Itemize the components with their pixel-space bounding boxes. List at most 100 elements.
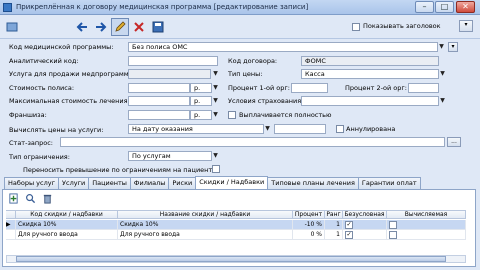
cell-name: Скидка 10% (118, 220, 293, 229)
org2-percent-label: Процент 2-ой орг: (345, 84, 407, 92)
med-program-field[interactable]: Без полиса ОМС (128, 42, 438, 52)
search-icon[interactable] (23, 191, 37, 205)
transfer-excess-checkbox[interactable] (212, 165, 220, 173)
show-header-label: Показывать заголовок (363, 22, 441, 30)
table-row[interactable]: ▶ Скидка 10% Скидка 10% -10 % 1 ✓ (6, 220, 466, 230)
price-type-field[interactable]: Касса (301, 69, 439, 79)
back-arrow-icon[interactable] (73, 18, 91, 36)
max-cost-currency[interactable]: р. (190, 96, 212, 106)
chevron-down-icon[interactable]: ▼ (264, 124, 271, 134)
annulled-checkbox[interactable] (336, 125, 344, 133)
tab-risks[interactable]: Риски (168, 177, 197, 189)
med-program-label: Код медицинской программы: (9, 43, 114, 51)
menu-icon[interactable] (3, 18, 21, 36)
tab-service-sets[interactable]: Наборы услуг (4, 177, 60, 189)
service-label: Услуга для продажи медпрограммы: (9, 70, 137, 78)
calc-prices-extra-field[interactable] (274, 124, 326, 134)
restriction-type-field[interactable]: По услугам (128, 151, 212, 161)
analytic-code-field[interactable] (128, 56, 218, 66)
tab-payment-guarantees[interactable]: Гарантии оплат (357, 177, 421, 189)
tab-treatment-plans[interactable]: Типовые планы лечения (267, 177, 359, 189)
max-cost-field[interactable] (128, 96, 190, 106)
forward-arrow-icon[interactable] (92, 18, 110, 36)
chevron-down-icon[interactable]: ▼ (212, 69, 219, 79)
org1-percent-field[interactable] (291, 83, 328, 93)
price-type-label: Тип цены: (228, 70, 263, 78)
toolbar-menu-button[interactable]: ▾ (459, 20, 473, 32)
close-button[interactable]: ✕ (456, 1, 475, 13)
paid-fully-checkbox[interactable] (228, 111, 236, 119)
cell-computed (387, 230, 466, 239)
policy-cost-field[interactable] (128, 83, 190, 93)
stat-request-browse-button[interactable]: ... (447, 137, 461, 147)
stat-request-field[interactable] (60, 137, 445, 147)
chevron-down-icon[interactable]: ▼ (212, 96, 219, 106)
unconditional-checkbox[interactable]: ✓ (345, 230, 353, 239)
tab-patients[interactable]: Пациенты (88, 177, 131, 189)
chevron-down-icon[interactable]: ▼ (439, 69, 446, 79)
computed-checkbox[interactable] (389, 220, 397, 229)
maximize-button[interactable]: □ (435, 1, 454, 13)
cell-percent: 0 % (293, 230, 325, 239)
add-record-icon[interactable] (6, 191, 20, 205)
unconditional-checkbox[interactable]: ✓ (345, 220, 353, 229)
franchise-label: Франшиза: (9, 111, 47, 119)
paid-fully-label: Выплачивается полностью (239, 111, 332, 119)
delete-icon[interactable] (130, 18, 148, 36)
show-header-checkbox[interactable] (352, 23, 360, 31)
grid-header: Код скидки / надбавки Название скидки / … (6, 210, 466, 219)
computed-checkbox[interactable] (389, 230, 397, 239)
col-percent[interactable]: Процент (293, 211, 325, 218)
cell-rank: 1 (325, 220, 343, 229)
table-row[interactable]: Для ручного ввода Для ручного ввода 0 % … (6, 230, 466, 240)
cell-unconditional: ✓ (343, 230, 387, 239)
chevron-down-icon[interactable]: ▼ (439, 96, 446, 106)
tab-branches[interactable]: Филиалы (129, 177, 170, 189)
col-computed[interactable]: Вычисляемая (387, 211, 466, 218)
transfer-excess-label: Переносить превышение по ограничениям на… (23, 166, 217, 174)
franchise-field[interactable] (128, 110, 190, 120)
analytic-code-label: Аналитический код: (9, 57, 79, 65)
col-code[interactable]: Код скидки / надбавки (16, 211, 118, 218)
stat-request-label: Стат-запрос: (9, 139, 53, 147)
insurance-terms-label: Условия страхования: (228, 97, 304, 105)
calc-prices-label: Вычислять цены на услуги: (9, 126, 104, 134)
service-field[interactable] (128, 69, 211, 79)
grid-body: ▶ Скидка 10% Скидка 10% -10 % 1 ✓ Для ру… (6, 220, 466, 240)
policy-cost-currency[interactable]: р. (190, 83, 212, 93)
chevron-down-icon[interactable]: ▼ (438, 42, 445, 52)
minimize-button[interactable]: – (415, 1, 434, 13)
col-rank[interactable]: Ранг (325, 211, 343, 218)
save-icon[interactable] (149, 18, 167, 36)
horizontal-scrollbar[interactable] (6, 255, 466, 263)
org2-percent-field[interactable] (408, 83, 439, 93)
med-program-menu-button[interactable]: ▾ (448, 42, 458, 52)
col-name[interactable]: Название скидки / надбавки (118, 211, 293, 218)
scrollbar-thumb[interactable] (16, 256, 446, 262)
edit-pencil-icon[interactable] (111, 18, 129, 36)
row-indicator-header (6, 211, 16, 218)
cell-computed (387, 220, 466, 229)
insurance-terms-field[interactable] (301, 96, 439, 106)
toolbar: Показывать заголовок ▾ (0, 15, 480, 39)
app-icon (3, 3, 12, 12)
franchise-currency[interactable]: р. (190, 110, 212, 120)
col-unconditional[interactable]: Безусловная (343, 211, 387, 218)
cell-code: Для ручного ввода (16, 230, 118, 239)
cell-code: Скидка 10% (16, 220, 118, 229)
trash-icon[interactable] (40, 191, 54, 205)
tab-strip: Наборы услуг Услуги Пациенты Филиалы Рис… (4, 176, 421, 189)
row-pointer-icon: ▶ (6, 220, 16, 229)
calc-prices-field[interactable]: На дату оказания (128, 124, 264, 134)
chevron-down-icon[interactable]: ▼ (212, 151, 219, 161)
cell-unconditional: ✓ (343, 220, 387, 229)
row-indicator (6, 230, 16, 239)
cell-rank: 1 (325, 230, 343, 239)
org1-percent-label: Процент 1-ой орг: (228, 84, 290, 92)
chevron-down-icon[interactable]: ▼ (212, 110, 219, 120)
contract-code-label: Код договора: (228, 57, 278, 65)
tab-discounts[interactable]: Скидки / Надбавки (195, 176, 269, 189)
contract-code-field: ФОМС (301, 56, 439, 66)
chevron-down-icon[interactable]: ▼ (212, 83, 219, 93)
tab-services[interactable]: Услуги (58, 177, 90, 189)
